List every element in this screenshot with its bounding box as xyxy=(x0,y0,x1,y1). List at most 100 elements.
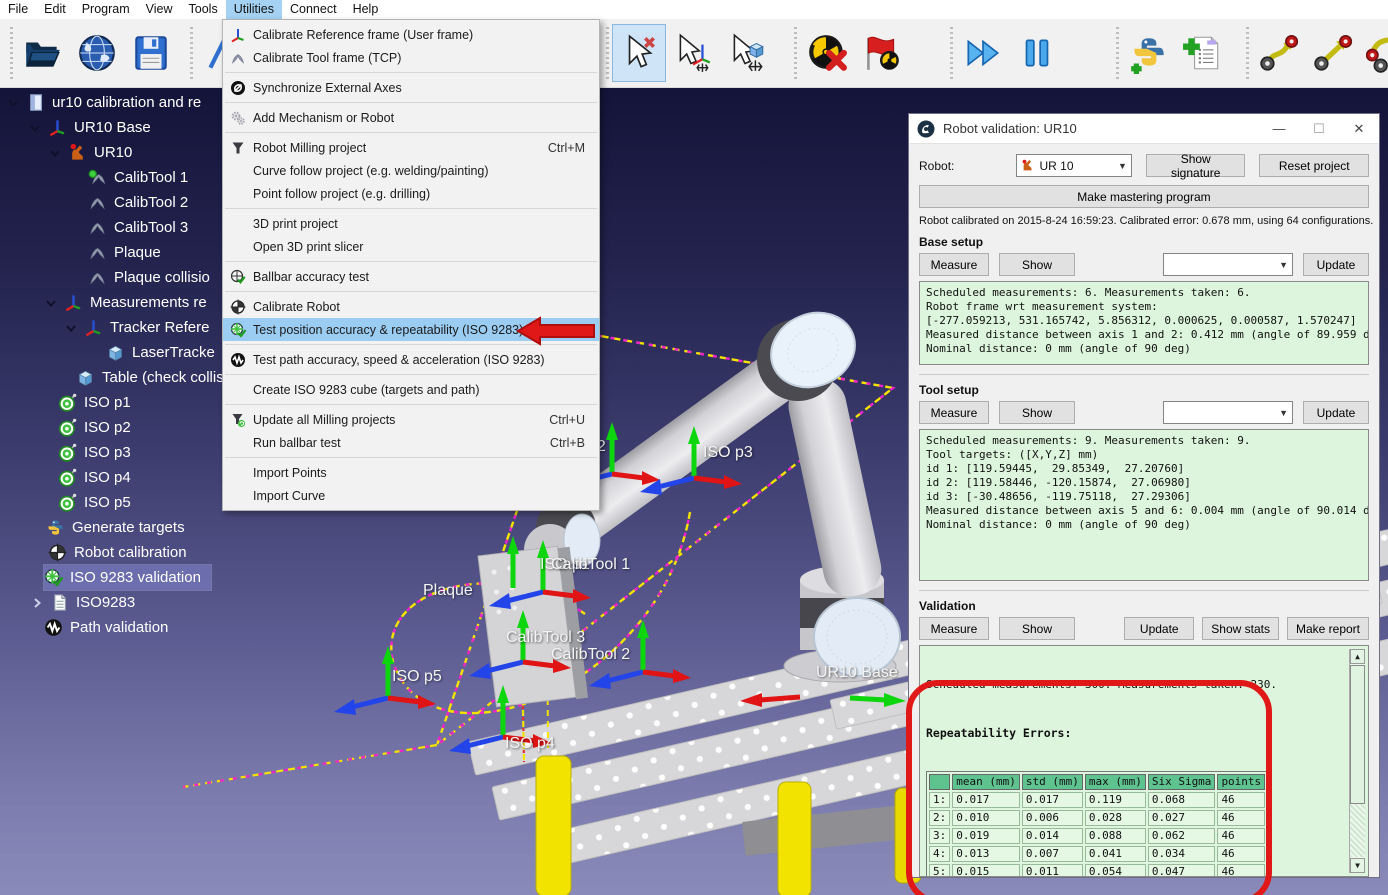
base-show-button[interactable]: Show xyxy=(999,253,1075,276)
scroll-thumb[interactable] xyxy=(1350,665,1365,804)
base-update-button[interactable]: Update xyxy=(1303,253,1369,276)
reset-project-button[interactable]: Reset project xyxy=(1259,154,1369,177)
move-object-cursor-button[interactable] xyxy=(720,24,774,82)
close-button[interactable]: ✕ xyxy=(1339,114,1379,144)
tree-item-calibtool-2[interactable]: CalibTool 2 xyxy=(88,190,198,215)
menu-item-3d-print-project[interactable]: 3D print project xyxy=(223,212,599,235)
tree-item-ur10[interactable]: UR10 xyxy=(68,140,142,165)
tree-item-plaque-collisio[interactable]: Plaque collisio xyxy=(88,265,220,290)
menu-item-synchronize-external-axes[interactable]: Synchronize External Axes xyxy=(223,76,599,99)
add-program-button[interactable] xyxy=(1176,24,1230,82)
tree-item-ur10-base[interactable]: UR10 Base xyxy=(48,115,161,140)
chevron-down-icon[interactable] xyxy=(64,321,78,335)
menu-view[interactable]: View xyxy=(138,0,181,19)
maximize-button[interactable]: ☐ xyxy=(1299,114,1339,144)
tree-item-path-validation[interactable]: Path validation xyxy=(44,615,178,640)
menu-item-import-points[interactable]: Import Points xyxy=(223,461,599,484)
tree-item-iso-p3[interactable]: ISO p3 xyxy=(58,440,141,465)
menu-item-ballbar-accuracy-test[interactable]: Ballbar accuracy test xyxy=(223,265,599,288)
pause-simulation-button[interactable] xyxy=(1010,24,1064,82)
collision-flag-button[interactable] xyxy=(854,24,908,82)
tree-item-ur10-calibration-and-re[interactable]: ur10 calibration and re xyxy=(26,90,211,115)
open-project-button[interactable] xyxy=(16,24,70,82)
tree-item-calibtool-3[interactable]: CalibTool 3 xyxy=(88,215,198,240)
move-linear-instruction-button[interactable] xyxy=(1306,24,1360,82)
validation-measure-button[interactable]: Measure xyxy=(919,617,989,640)
menu-item-test-path-accuracy-speed-acceleration-is[interactable]: Test path accuracy, speed & acceleration… xyxy=(223,348,599,371)
menu-separator xyxy=(225,72,597,73)
menu-item-point-follow-project-e-g-drilling-[interactable]: Point follow project (e.g. drilling) xyxy=(223,182,599,205)
tool-show-button[interactable]: Show xyxy=(999,401,1075,424)
tree-item-iso-p2[interactable]: ISO p2 xyxy=(58,415,141,440)
tool-measure-button[interactable]: Measure xyxy=(919,401,989,424)
menu-item-import-curve[interactable]: Import Curve xyxy=(223,484,599,507)
select-cursor-button[interactable] xyxy=(612,24,666,82)
move-joint-instruction-button[interactable] xyxy=(1252,24,1306,82)
menu-program[interactable]: Program xyxy=(74,0,138,19)
tree-item-iso-p5[interactable]: ISO p5 xyxy=(58,490,141,515)
base-measure-button[interactable]: Measure xyxy=(919,253,989,276)
menu-connect[interactable]: Connect xyxy=(282,0,345,19)
move-reference-cursor-button[interactable] xyxy=(666,24,720,82)
robot-icon xyxy=(1021,159,1035,173)
tree-item-lasertracke[interactable]: LaserTracke xyxy=(106,340,225,365)
menu-item-run-ballbar-test[interactable]: Run ballbar testCtrl+B xyxy=(223,431,599,454)
chevron-down-icon[interactable] xyxy=(6,96,20,110)
menu-item-curve-follow-project-e-g-welding-paintin[interactable]: Curve follow project (e.g. welding/paint… xyxy=(223,159,599,182)
tree-item-measurements-re[interactable]: Measurements re xyxy=(64,290,217,315)
menu-item-calibrate-tool-frame-tcp-[interactable]: Calibrate Tool frame (TCP) xyxy=(223,46,599,69)
chevron-down-icon[interactable] xyxy=(48,146,62,160)
menu-utilities[interactable]: Utilities xyxy=(226,0,282,19)
menu-file[interactable]: File xyxy=(0,0,36,19)
chevron-right-icon[interactable] xyxy=(30,596,44,610)
base-frame-select[interactable]: ▼ xyxy=(1163,253,1293,276)
tree-item-iso9283[interactable]: ISO9283 xyxy=(50,590,145,615)
tree-item-plaque[interactable]: Plaque xyxy=(88,240,171,265)
show-stats-button[interactable]: Show stats xyxy=(1202,617,1279,640)
save-station-button[interactable] xyxy=(124,24,178,82)
menu-item-add-mechanism-or-robot[interactable]: Add Mechanism or Robot xyxy=(223,106,599,129)
show-signature-button[interactable]: Show signature xyxy=(1146,154,1246,177)
menu-item-label: Open 3D print slicer xyxy=(253,240,585,254)
toolbar-gripper xyxy=(188,27,194,79)
add-python-program-button[interactable] xyxy=(1122,24,1176,82)
minimize-button[interactable]: — xyxy=(1259,114,1299,144)
dialog-titlebar[interactable]: Robot validation: UR10 — ☐ ✕ xyxy=(909,114,1379,144)
make-report-button[interactable]: Make report xyxy=(1287,617,1369,640)
menu-item-create-iso-9283-cube-targets-and-path-[interactable]: Create ISO 9283 cube (targets and path) xyxy=(223,378,599,401)
scroll-down-arrow[interactable]: ▼ xyxy=(1350,858,1365,873)
tree-item-iso-9283-validation[interactable]: ISO 9283 validation xyxy=(44,565,211,590)
menu-item-update-all-milling-projects[interactable]: Update all Milling projectsCtrl+U xyxy=(223,408,599,431)
tree-item-tracker-refere[interactable]: Tracker Refere xyxy=(84,315,219,340)
tree-item-robot-calibration[interactable]: Robot calibration xyxy=(48,540,197,565)
make-mastering-button[interactable]: Make mastering program xyxy=(919,185,1369,208)
chevron-down-icon[interactable] xyxy=(28,121,42,135)
collision-check-off-button[interactable] xyxy=(800,24,854,82)
menu-item-robot-milling-project[interactable]: Robot Milling projectCtrl+M xyxy=(223,136,599,159)
menu-tools[interactable]: Tools xyxy=(181,0,226,19)
menu-item-open-3d-print-slicer[interactable]: Open 3D print slicer xyxy=(223,235,599,258)
menu-item-calibrate-robot[interactable]: Calibrate Robot xyxy=(223,295,599,318)
validation-update-button[interactable]: Update xyxy=(1124,617,1194,640)
tree-item-table-check-collis[interactable]: Table (check collis xyxy=(76,365,234,390)
menu-item-calibrate-reference-frame-user-frame-[interactable]: Calibrate Reference frame (User frame) xyxy=(223,23,599,46)
validation-show-button[interactable]: Show xyxy=(999,617,1075,640)
menu-help[interactable]: Help xyxy=(345,0,387,19)
tree-item-iso-p1[interactable]: ISO p1 xyxy=(58,390,141,415)
toolbar-gripper xyxy=(792,27,798,79)
chevron-down-icon[interactable] xyxy=(44,296,58,310)
tree-item-iso-p4[interactable]: ISO p4 xyxy=(58,465,141,490)
tree-item-calibtool-1[interactable]: CalibTool 1 xyxy=(88,165,198,190)
website-globe-button[interactable] xyxy=(70,24,124,82)
menu-edit[interactable]: Edit xyxy=(36,0,74,19)
fast-simulation-button[interactable] xyxy=(956,24,1010,82)
tree-item-generate-targets[interactable]: Generate targets xyxy=(46,515,195,540)
cube-icon xyxy=(106,343,125,362)
validation-scrollbar[interactable]: ▲ ▼ xyxy=(1349,649,1365,873)
scroll-track[interactable] xyxy=(1350,804,1365,857)
move-circular-instruction-button[interactable] xyxy=(1360,24,1388,82)
robot-select[interactable]: UR 10 ▼ xyxy=(1016,154,1131,177)
tool-update-button[interactable]: Update xyxy=(1303,401,1369,424)
scroll-up-arrow[interactable]: ▲ xyxy=(1350,649,1365,664)
tool-select[interactable]: ▼ xyxy=(1163,401,1293,424)
